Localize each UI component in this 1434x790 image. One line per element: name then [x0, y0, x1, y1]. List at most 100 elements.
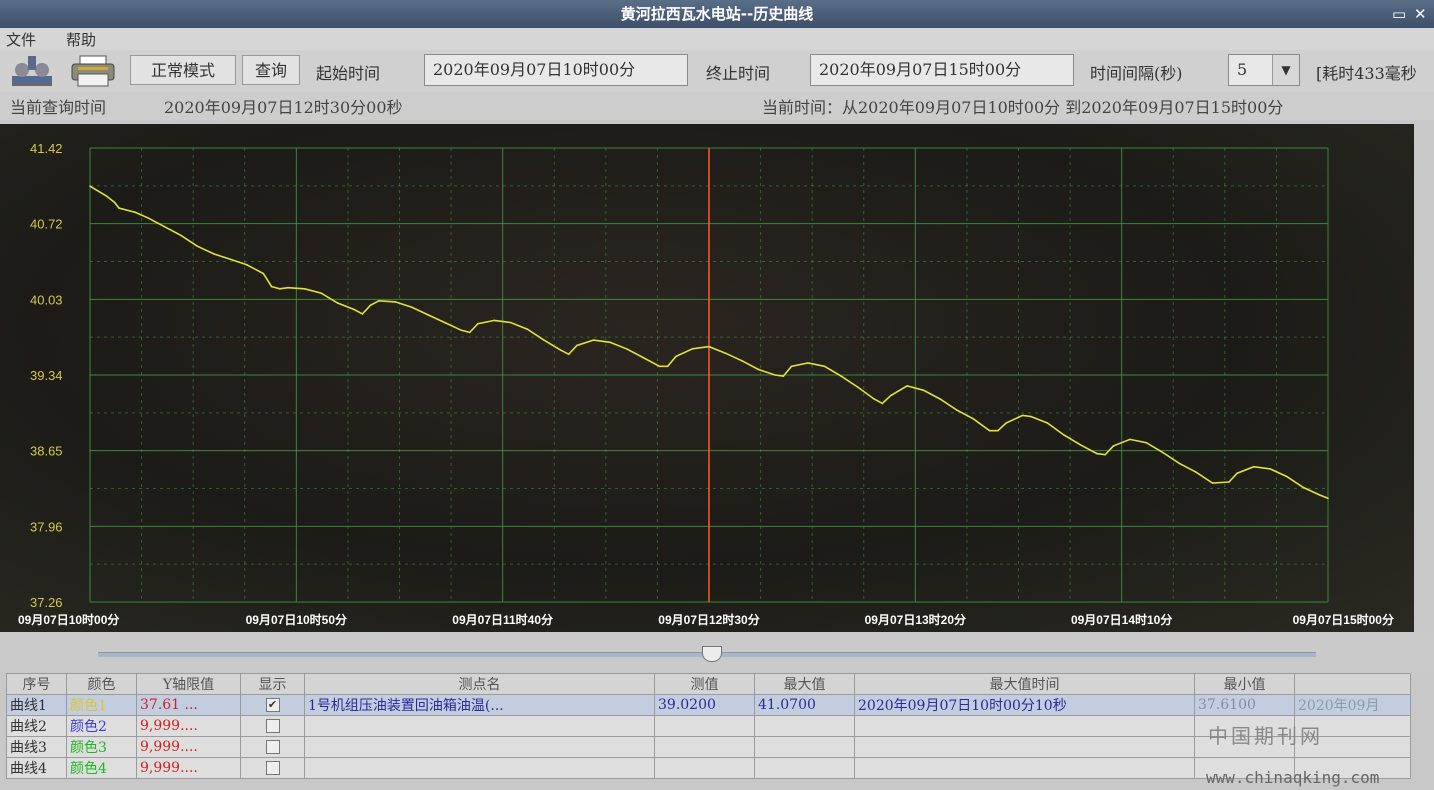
cell-value: 39.0200: [654, 694, 755, 716]
series-point: [1129, 438, 1131, 441]
history-chart-svg[interactable]: 41.42 40.72 40.03 39.34 38.65 37.96 37.26 09月07…: [0, 124, 1414, 632]
series-point: [134, 211, 137, 214]
series-point: [1302, 486, 1304, 489]
series-point: [807, 362, 809, 364]
table-row[interactable]: 曲线4 颜色4 9,999....: [6, 757, 1411, 779]
series-point: [592, 339, 595, 341]
menu-help[interactable]: 帮助: [66, 29, 96, 50]
series-point: [1005, 422, 1007, 424]
printer-icon[interactable]: [70, 54, 116, 88]
series-point: [411, 306, 413, 309]
series-point: [118, 207, 120, 209]
cell-name: [304, 757, 655, 779]
series-point: [1079, 444, 1082, 446]
series-point: [666, 365, 669, 368]
cell-color: 颜色4: [66, 757, 137, 779]
series-point: [691, 348, 694, 350]
series-point: [675, 355, 677, 358]
window-title: 黄河拉西瓦水电站--历史曲线: [620, 5, 814, 23]
series-point: [1162, 451, 1164, 454]
x-tick-label: 09月07日11时40分: [452, 612, 553, 627]
chevron-down-icon[interactable]: ▼: [1272, 55, 1299, 85]
series-point: [873, 398, 875, 400]
end-time-field[interactable]: 2020年09月07日15时00分: [810, 54, 1074, 86]
normal-mode-button[interactable]: 正常模式: [130, 55, 236, 85]
slider-thumb[interactable]: [702, 646, 722, 662]
series-point: [1021, 414, 1024, 417]
series-point: [906, 385, 908, 387]
show-checkbox[interactable]: [265, 740, 280, 754]
table-row[interactable]: 曲线2 颜色2 9,999....: [6, 715, 1411, 737]
series-point: [378, 300, 380, 302]
series-point: [559, 349, 562, 351]
series-point: [972, 417, 974, 420]
x-tick-label: 09月07日13时20分: [865, 612, 966, 627]
time-slider[interactable]: [0, 632, 1434, 672]
header-max: 最大值: [754, 673, 855, 695]
cell-show[interactable]: [240, 757, 305, 779]
show-checkbox[interactable]: ✔: [265, 698, 280, 712]
series-point: [988, 429, 991, 432]
current-query-label: 当前查询时间: [10, 98, 107, 117]
series-point: [997, 429, 999, 432]
series-point: [427, 314, 430, 316]
menu-bar: 文件 帮助: [0, 28, 1434, 50]
series-point: [881, 402, 884, 405]
series-point: [1030, 415, 1032, 418]
series-point: [1096, 452, 1098, 455]
series-point: [543, 339, 545, 341]
series-point: [782, 375, 785, 377]
series-point: [287, 286, 289, 289]
series-point: [213, 253, 215, 255]
series-point: [1236, 472, 1238, 475]
cell-maxtime: [854, 757, 1195, 779]
cell-show[interactable]: ✔: [240, 694, 305, 716]
series-point: [567, 353, 570, 356]
cell-extra: 2020年09月: [1294, 694, 1411, 716]
minimize-button[interactable]: ▭: [1392, 0, 1406, 28]
cell-color: 颜色2: [66, 715, 137, 737]
cell-show[interactable]: [240, 715, 305, 737]
series-point: [642, 356, 644, 359]
series-point: [477, 322, 479, 325]
series-point: [1063, 434, 1065, 436]
series-point: [369, 304, 372, 306]
header-value: 测值: [654, 673, 755, 695]
menu-file[interactable]: 文件: [6, 29, 36, 50]
header-show: 显示: [240, 673, 305, 695]
header-ylim: Y轴限值: [136, 673, 241, 695]
header-maxtime: 最大值时间: [854, 673, 1195, 695]
table-row[interactable]: 曲线3 颜色3 9,999....: [6, 736, 1411, 758]
trend-tool-icon[interactable]: [10, 52, 56, 90]
show-checkbox[interactable]: [265, 719, 280, 733]
series-point: [468, 331, 471, 334]
series-point: [229, 258, 232, 261]
table-row[interactable]: 曲线1 颜色1 37.61 ... ✔ 1号机组压油装置回油箱油温(... 39.0200…: [6, 694, 1411, 716]
cell-show[interactable]: [240, 736, 305, 758]
cell-min: 37.6100: [1194, 694, 1295, 716]
series-point: [353, 308, 355, 311]
cell-max: 41.0700: [754, 694, 855, 716]
x-tick-label: 09月07日10时50分: [246, 612, 347, 627]
cell-max: [754, 715, 855, 737]
x-tick-label: 09月07日10时00分: [18, 612, 119, 627]
y-tick-label: 41.42: [30, 141, 63, 156]
y-tick-label: 40.72: [30, 217, 63, 232]
cell-name: 1号机组压油装置回油箱油温(...: [304, 694, 655, 716]
x-tick-label: 09月07日14时10分: [1071, 612, 1172, 627]
series-point: [1285, 475, 1288, 478]
history-chart[interactable]: 41.42 40.72 40.03 39.34 38.65 37.96 37.26 09月07…: [0, 124, 1414, 632]
cell-no: 曲线2: [6, 715, 67, 737]
close-button[interactable]: ✕: [1414, 0, 1427, 28]
show-checkbox[interactable]: [265, 761, 280, 775]
cell-color: 颜色1: [66, 694, 137, 716]
interval-select[interactable]: 5 ▼: [1228, 54, 1300, 86]
series-point: [320, 292, 322, 294]
start-time-field[interactable]: 2020年09月07日10时00分: [424, 54, 688, 86]
series-point: [609, 341, 611, 344]
query-button[interactable]: 查询: [242, 55, 300, 85]
series-point: [1252, 465, 1255, 468]
series-point: [526, 328, 529, 330]
cell-name: [304, 715, 655, 737]
series-point: [757, 368, 760, 371]
